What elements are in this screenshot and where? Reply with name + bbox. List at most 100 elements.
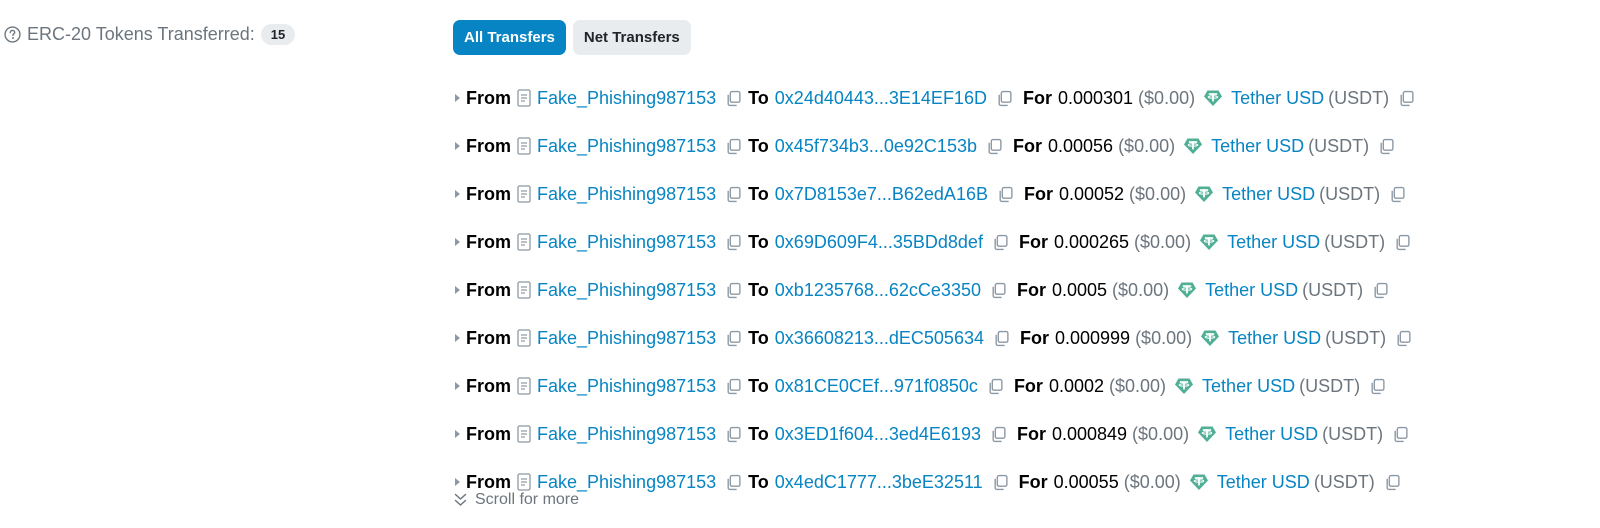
contract-document-icon [517,329,531,347]
tab-net-transfers[interactable]: Net Transfers [572,20,691,55]
for-label: For [1018,471,1048,492]
to-address-link[interactable]: 0x45f734b3...0e92C153b [775,136,977,157]
copy-icon[interactable] [1392,426,1409,443]
copy-icon[interactable] [1394,234,1411,251]
for-label: For [1013,375,1043,396]
caret-right-icon[interactable] [454,237,461,247]
caret-right-icon[interactable] [454,285,461,295]
contract-document-icon [517,185,531,203]
transfer-count-badge: 15 [260,23,296,45]
token-name-link[interactable]: Tether USD [1231,88,1324,109]
copy-icon[interactable] [992,474,1009,491]
copy-icon[interactable] [986,138,1003,155]
token-name-link[interactable]: Tether USD [1202,376,1295,397]
to-label: To [748,327,769,348]
copy-icon[interactable] [987,378,1004,395]
transfer-row: From Fake_Phishing987153 To 0x7D8153e7..… [454,170,1421,218]
token-name-link[interactable]: Tether USD [1217,472,1310,493]
copy-icon[interactable] [1369,378,1386,395]
question-circle-icon[interactable] [4,25,21,43]
to-address-link[interactable]: 0x24d40443...3E14EF16D [775,88,987,109]
usd-value: ($0.00) [1118,135,1176,156]
caret-right-icon[interactable] [454,429,461,439]
to-label: To [748,423,769,444]
from-address-link[interactable]: Fake_Phishing987153 [537,472,716,493]
copy-icon[interactable] [997,186,1014,203]
transfer-row: From Fake_Phishing987153 To 0x69D609F4..… [454,218,1421,266]
transfer-row: From Fake_Phishing987153 To 0xb1235768..… [454,266,1421,314]
to-address-link[interactable]: 0x69D609F4...35BDd8def [775,232,983,253]
token-name-link[interactable]: Tether USD [1227,232,1320,253]
copy-icon[interactable] [1389,186,1406,203]
copy-icon[interactable] [1384,474,1401,491]
to-address-link[interactable]: 0x81CE0CEf...971f0850c [775,376,978,397]
double-chevron-down-icon [454,493,467,506]
from-label: From [466,231,511,252]
to-address-link[interactable]: 0xb1235768...62cCe3350 [775,280,981,301]
usd-value: ($0.00) [1134,231,1192,252]
tether-token-icon [1198,426,1217,442]
to-label: To [748,135,769,156]
copy-icon[interactable] [990,282,1007,299]
to-label: To [748,279,769,300]
copy-icon[interactable] [725,282,742,299]
from-label: From [466,87,511,108]
contract-document-icon [517,377,531,395]
from-address-link[interactable]: Fake_Phishing987153 [537,232,716,253]
copy-icon[interactable] [725,378,742,395]
token-name-link[interactable]: Tether USD [1228,328,1321,349]
usd-value: ($0.00) [1112,279,1170,300]
copy-icon[interactable] [1395,330,1412,347]
copy-icon[interactable] [725,90,742,107]
amount-value: 0.00052 [1058,183,1125,204]
copy-icon[interactable] [992,234,1009,251]
copy-icon[interactable] [725,186,742,203]
contract-document-icon [517,425,531,443]
tab-all-transfers[interactable]: All Transfers [453,20,566,55]
copy-icon[interactable] [725,234,742,251]
from-label: From [466,375,511,396]
for-label: For [1023,183,1053,204]
copy-icon[interactable] [725,426,742,443]
from-address-link[interactable]: Fake_Phishing987153 [537,88,716,109]
scroll-for-more[interactable]: Scroll for more [454,491,579,509]
caret-right-icon[interactable] [454,333,461,343]
for-label: For [1018,231,1048,252]
caret-right-icon[interactable] [454,189,461,199]
from-label: From [466,471,511,492]
copy-icon[interactable] [725,330,742,347]
from-address-link[interactable]: Fake_Phishing987153 [537,136,716,157]
copy-icon[interactable] [993,330,1010,347]
caret-right-icon[interactable] [454,141,461,151]
copy-icon[interactable] [996,90,1013,107]
amount-value: 0.000999 [1054,327,1131,348]
erc20-transferred-summary: ERC-20 Tokens Transferred: 15 [4,22,296,46]
to-address-link[interactable]: 0x7D8153e7...B62edA16B [775,184,988,205]
token-name-link[interactable]: Tether USD [1205,280,1298,301]
caret-right-icon[interactable] [454,93,461,103]
copy-icon[interactable] [1398,90,1415,107]
usd-value: ($0.00) [1109,375,1167,396]
token-symbol: (USDT) [1328,87,1390,108]
copy-icon[interactable] [1378,138,1395,155]
copy-icon[interactable] [725,138,742,155]
token-name-link[interactable]: Tether USD [1211,136,1304,157]
copy-icon[interactable] [1372,282,1389,299]
for-label: For [1016,279,1046,300]
token-name-link[interactable]: Tether USD [1225,424,1318,445]
from-address-link[interactable]: Fake_Phishing987153 [537,424,716,445]
from-address-link[interactable]: Fake_Phishing987153 [537,328,716,349]
token-name-link[interactable]: Tether USD [1222,184,1315,205]
from-address-link[interactable]: Fake_Phishing987153 [537,280,716,301]
copy-icon[interactable] [990,426,1007,443]
from-address-link[interactable]: Fake_Phishing987153 [537,376,716,397]
contract-document-icon [517,137,531,155]
to-address-link[interactable]: 0x36608213...dEC505634 [775,328,984,349]
caret-right-icon[interactable] [454,477,461,487]
caret-right-icon[interactable] [454,381,461,391]
from-address-link[interactable]: Fake_Phishing987153 [537,184,716,205]
copy-icon[interactable] [725,474,742,491]
to-address-link[interactable]: 0x3ED1f604...3ed4E6193 [775,424,981,445]
to-address-link[interactable]: 0x4edC1777...3beE32511 [775,472,983,493]
transfer-list: From Fake_Phishing987153 To 0x24d40443..… [454,74,1421,506]
